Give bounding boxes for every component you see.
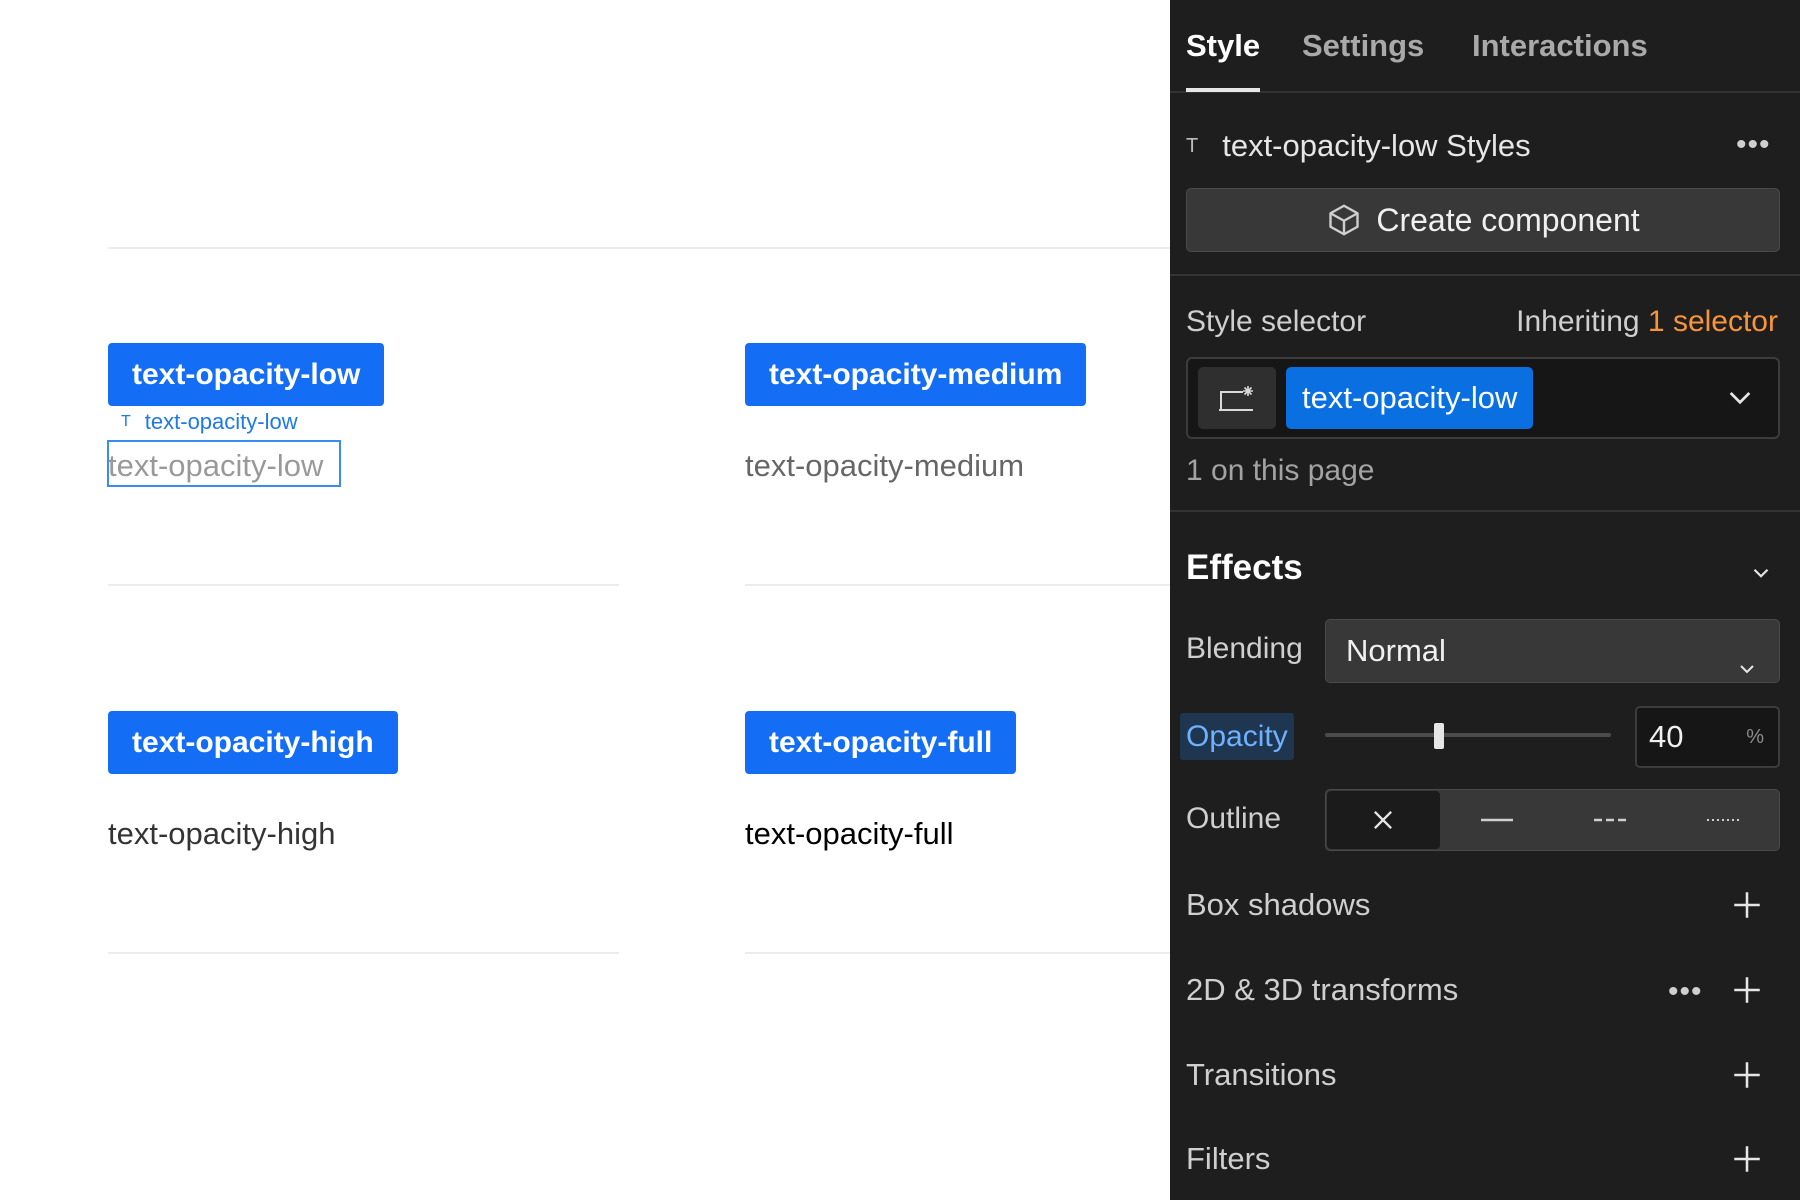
more-options-icon[interactable]: •••: [1736, 130, 1771, 160]
outline-style-toggle: [1325, 789, 1780, 851]
outline-none-option[interactable]: [1327, 791, 1440, 849]
design-canvas[interactable]: text-opacity-low T text-opacity-low text…: [0, 0, 1170, 1200]
opacity-input[interactable]: 40 %: [1635, 706, 1780, 768]
inheriting-prefix: Inheriting: [1516, 305, 1640, 338]
active-tab-indicator: [1186, 88, 1260, 92]
add-box-shadow-icon[interactable]: [1730, 888, 1764, 927]
text-element-icon: T: [1186, 134, 1199, 157]
style-selector-field[interactable]: text-opacity-low: [1186, 357, 1780, 439]
add-filter-icon[interactable]: [1730, 1142, 1764, 1181]
selection-outline: [107, 440, 341, 487]
tab-interactions[interactable]: Interactions: [1472, 28, 1648, 64]
outline-solid-option[interactable]: [1441, 790, 1554, 850]
panel-tabs: Style Settings Interactions: [1170, 0, 1800, 93]
style-selector-label: Style selector: [1186, 305, 1367, 338]
transforms-label: 2D & 3D transforms: [1186, 972, 1459, 1007]
outline-label: Outline: [1186, 802, 1282, 835]
inheriting-count-link[interactable]: 1 selector: [1648, 305, 1778, 338]
sample-text-high[interactable]: text-opacity-high: [108, 816, 335, 852]
selected-element-name: text-opacity-low: [144, 409, 298, 434]
box-shadows-label: Box shadows: [1186, 887, 1371, 922]
effects-section-title[interactable]: Effects: [1186, 548, 1303, 588]
blending-value: Normal: [1346, 633, 1446, 668]
close-icon: [1374, 811, 1393, 829]
tab-settings[interactable]: Settings: [1302, 28, 1424, 64]
transforms-more-icon[interactable]: •••: [1668, 977, 1703, 1007]
text-type-icon: T: [121, 413, 131, 430]
blending-select[interactable]: Normal: [1325, 619, 1780, 683]
component-cube-icon: [1329, 204, 1360, 236]
style-panel: Style Settings Interactions T text-opaci…: [1170, 0, 1800, 1200]
opacity-unit: %: [1746, 726, 1764, 748]
chevron-down-icon: [1735, 640, 1759, 702]
outline-dotted-option[interactable]: [1666, 790, 1779, 850]
tab-style[interactable]: Style: [1186, 28, 1260, 64]
opacity-slider-thumb[interactable]: [1434, 723, 1445, 749]
inheriting-info: Inheriting 1 selector: [1516, 305, 1778, 339]
selector-class-pill[interactable]: text-opacity-low: [1286, 367, 1534, 429]
opacity-slider-track[interactable]: [1325, 733, 1611, 737]
selected-element-label: T text-opacity-low: [121, 409, 298, 435]
selector-state-button[interactable]: [1198, 367, 1276, 429]
blending-label: Blending: [1186, 632, 1303, 665]
transitions-label: Transitions: [1186, 1057, 1337, 1092]
class-tag-full[interactable]: text-opacity-full: [745, 711, 1017, 774]
add-transition-icon[interactable]: [1730, 1058, 1764, 1097]
opacity-label[interactable]: Opacity: [1180, 713, 1294, 760]
outline-dashed-option[interactable]: [1554, 790, 1667, 850]
selector-state-icon: [1219, 386, 1253, 411]
sample-text-full[interactable]: text-opacity-full: [745, 816, 953, 852]
solid-line-icon: [1481, 818, 1514, 822]
class-tag-high[interactable]: text-opacity-high: [108, 711, 398, 774]
divider-row2-left: [108, 952, 619, 954]
element-title-text: text-opacity-low Styles: [1222, 128, 1531, 163]
divider-row2-right: [745, 952, 1170, 954]
create-component-button[interactable]: Create component: [1186, 188, 1780, 252]
create-component-label: Create component: [1376, 201, 1640, 238]
divider-top: [108, 247, 1170, 249]
divider-2: [1170, 510, 1800, 512]
class-tag-low[interactable]: text-opacity-low: [108, 343, 385, 406]
add-transform-icon[interactable]: [1730, 973, 1764, 1012]
element-title: T text-opacity-low Styles: [1186, 128, 1531, 164]
chevron-down-icon[interactable]: [1724, 381, 1756, 418]
divider-row1-left: [108, 584, 619, 586]
dashed-line-icon: [1593, 818, 1626, 822]
class-tag-medium[interactable]: text-opacity-medium: [745, 343, 1087, 406]
usage-count: 1 on this page: [1186, 454, 1375, 487]
opacity-value: 40: [1649, 719, 1684, 754]
divider-1: [1170, 274, 1800, 276]
divider-row1-right: [745, 584, 1170, 586]
filters-label: Filters: [1186, 1141, 1271, 1176]
dotted-line-icon: [1706, 819, 1739, 821]
collapse-chevron-icon[interactable]: [1748, 560, 1774, 591]
sample-text-medium[interactable]: text-opacity-medium: [745, 448, 1024, 484]
